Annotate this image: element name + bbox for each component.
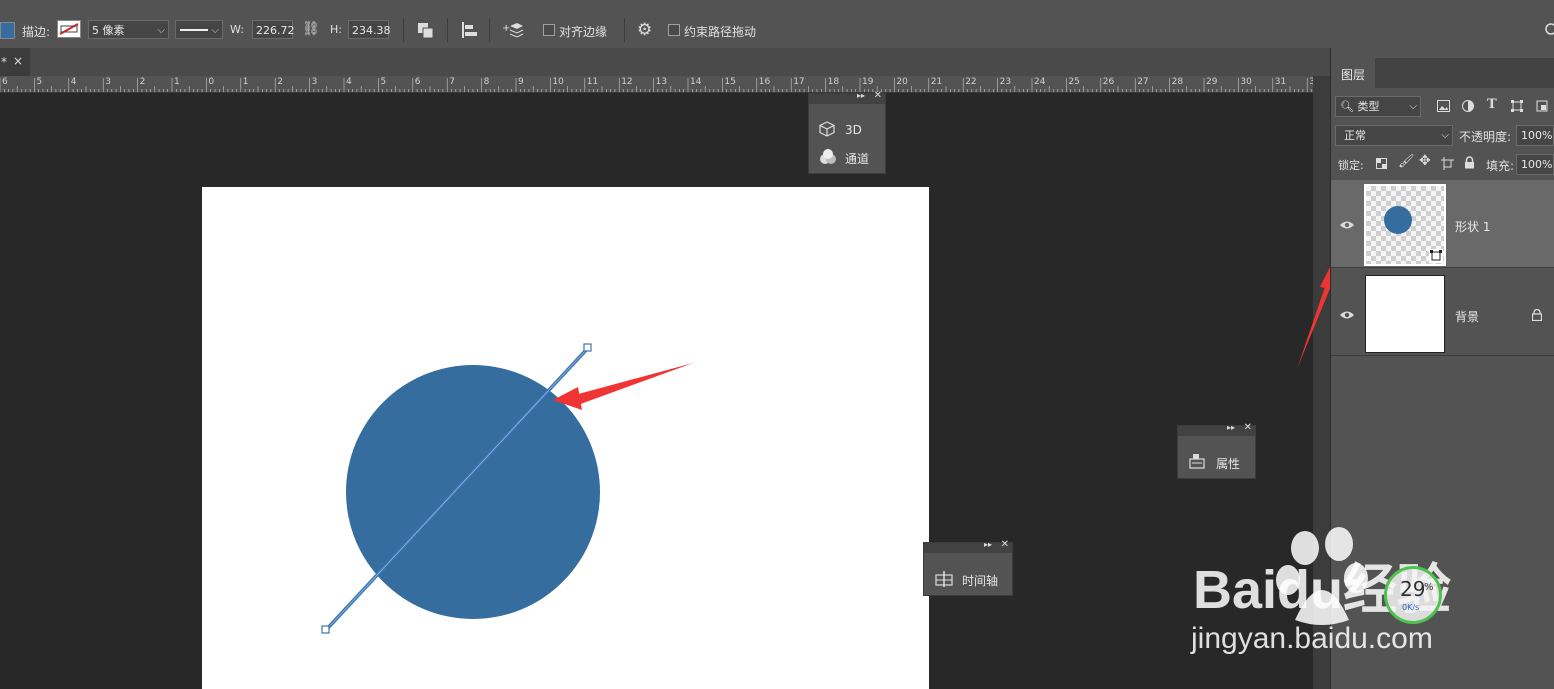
speed-rate: 0K/s <box>1402 603 1420 612</box>
anchor-point[interactable] <box>321 625 330 634</box>
blue-circle-shape[interactable] <box>346 365 600 619</box>
collapse-icon[interactable]: ▸▸ <box>857 91 865 100</box>
close-icon[interactable]: ✕ <box>1244 422 1252 433</box>
lock-transparent-icon[interactable] <box>1376 158 1387 169</box>
blend-mode-select[interactable]: 正常 ⌵ <box>1335 125 1453 146</box>
filter-adjustment-icon[interactable] <box>1462 100 1474 112</box>
lock-all-icon[interactable] <box>1464 156 1475 169</box>
lock-pixels-icon[interactable]: 🖌︎ <box>1398 154 1415 169</box>
panel-item-channels[interactable]: 通道 <box>845 150 869 167</box>
floating-panel-properties: ▸▸ ✕ 属性 <box>1177 422 1256 479</box>
3d-cube-icon <box>819 121 835 137</box>
filter-type-icon[interactable]: T <box>1487 97 1497 112</box>
layer-name[interactable]: 背景 <box>1455 308 1479 325</box>
eye-icon[interactable] <box>1339 220 1355 230</box>
watermark-url: jingyan.baidu.com <box>1190 622 1433 655</box>
speed-percent-unit: % <box>1424 582 1434 593</box>
lock-icon <box>1532 309 1542 321</box>
floating-panel-3d-channels: ▸▸ ✕ 3D 通道 <box>808 90 886 174</box>
lock-label: 锁定: <box>1338 159 1364 172</box>
anchor-point[interactable] <box>583 343 592 352</box>
chevron-down-icon: ⌵ <box>1409 101 1417 112</box>
opacity-label: 不透明度: <box>1459 130 1512 144</box>
network-speed-badge: 29 % 0K/s <box>1384 566 1442 624</box>
filter-kind-value: 类型 <box>1357 100 1380 113</box>
layer-thumbnail <box>1364 184 1446 266</box>
layer-row-shape[interactable]: 形状 1 <box>1331 180 1554 268</box>
opacity-input[interactable]: 100% <box>1516 125 1554 146</box>
panel-header[interactable]: ▸▸ ✕ <box>809 90 885 104</box>
panel-header[interactable]: ▸▸ ✕ <box>924 539 1012 553</box>
filter-pixel-icon[interactable] <box>1437 100 1450 112</box>
chevron-down-icon: ⌵ <box>1441 130 1449 141</box>
properties-icon <box>1189 454 1205 469</box>
red-arrow-annotation <box>1297 284 1331 369</box>
filter-shape-icon[interactable] <box>1511 100 1523 112</box>
eye-icon[interactable] <box>1339 310 1355 320</box>
tab-layers[interactable]: 图层 <box>1331 58 1375 88</box>
blend-mode-value: 正常 <box>1344 129 1366 142</box>
layer-thumbnail <box>1365 275 1445 353</box>
collapse-icon[interactable]: ▸▸ <box>984 540 992 549</box>
filter-smart-object-icon[interactable] <box>1536 100 1548 112</box>
panel-item-timeline[interactable]: 时间轴 <box>962 572 998 589</box>
layer-row-background[interactable]: 背景 <box>1331 268 1554 356</box>
layer-name[interactable]: 形状 1 <box>1455 218 1490 235</box>
close-icon[interactable]: ✕ <box>874 90 882 101</box>
shape-layer-badge-icon <box>1429 249 1443 263</box>
thumbnail-circle <box>1384 206 1412 234</box>
fill-input[interactable]: 100% <box>1516 154 1554 175</box>
layer-filter-select[interactable]: 🔍︎ 类型 ⌵ <box>1335 96 1421 117</box>
channels-icon <box>820 149 836 164</box>
panel-header[interactable]: ▸▸ ✕ <box>1178 422 1255 436</box>
tab-layers-label: 图层 <box>1341 68 1366 82</box>
red-arrow-annotation <box>571 363 693 406</box>
lock-artboard-icon[interactable] <box>1441 157 1454 170</box>
collapse-icon[interactable]: ▸▸ <box>1227 423 1235 432</box>
close-icon[interactable]: ✕ <box>1001 539 1009 550</box>
search-icon: 🔍︎ <box>1340 100 1354 113</box>
floating-panel-timeline: ▸▸ ✕ 时间轴 <box>923 539 1013 596</box>
fill-label: 填充: <box>1486 159 1515 173</box>
speed-percent: 29 <box>1400 577 1426 601</box>
timeline-icon <box>935 571 953 587</box>
panel-item-properties[interactable]: 属性 <box>1216 455 1240 472</box>
lock-position-icon[interactable]: ✥ <box>1419 153 1431 169</box>
panel-item-3d[interactable]: 3D <box>845 123 862 137</box>
